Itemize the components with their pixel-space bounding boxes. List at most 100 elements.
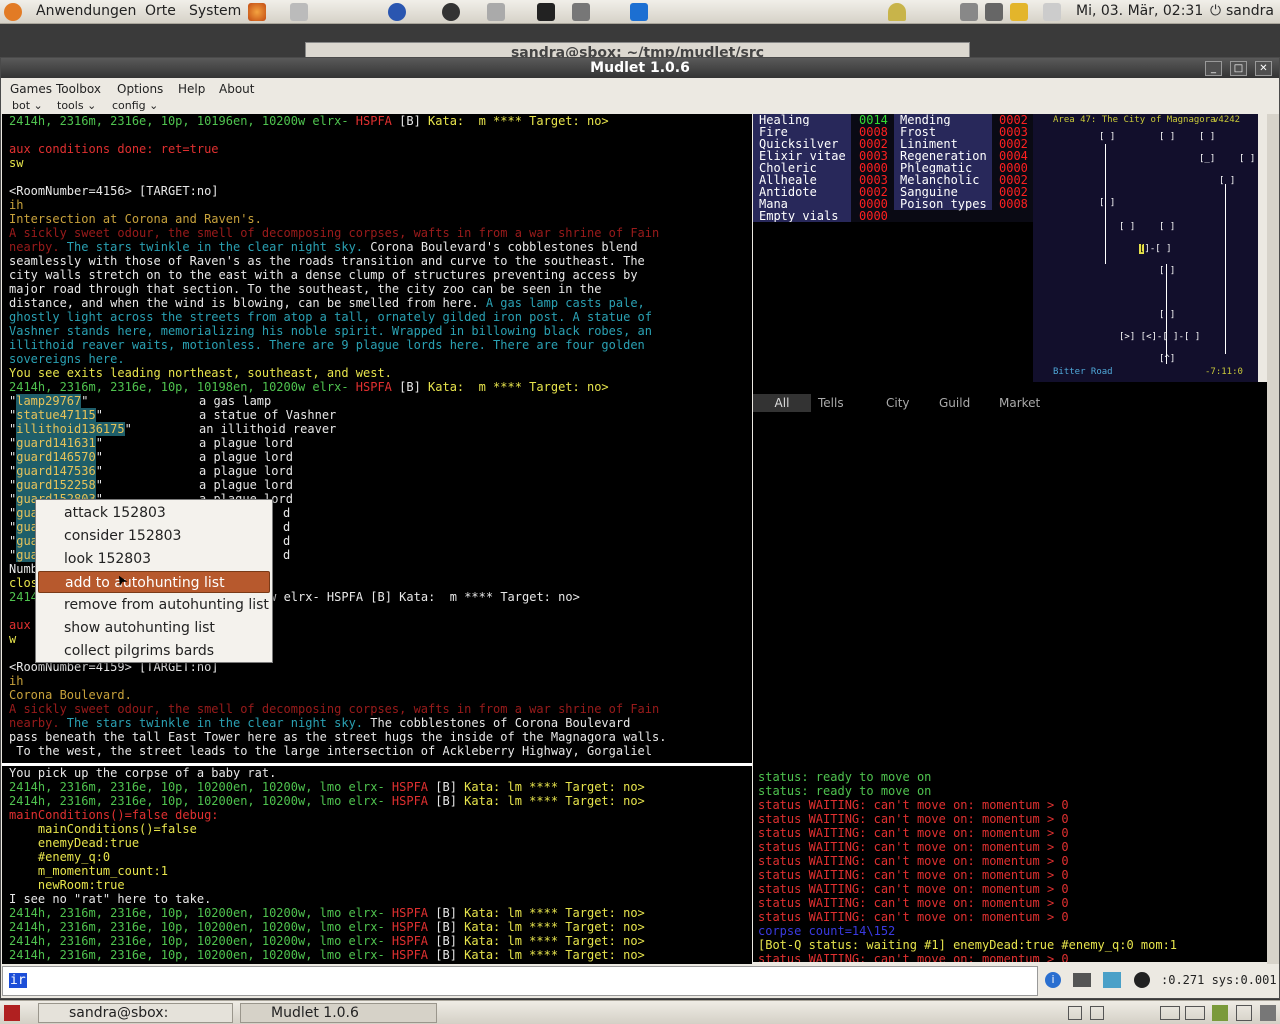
split-console[interactable]: You pick up the corpse of a baby rat. 241… [2,766,752,964]
update-warning-icon[interactable] [1010,3,1028,21]
map-room[interactable]: [ ] [1159,222,1175,232]
item-id[interactable]: guard141631 [16,436,96,450]
workspace-4[interactable] [1185,1006,1205,1020]
keyboard-icon[interactable] [1073,973,1091,987]
map-room[interactable]: [ ] [1159,310,1175,320]
terminal-icon[interactable] [537,3,555,21]
network-icon[interactable] [960,3,978,21]
workspace-1[interactable] [1068,1006,1082,1020]
scrollbar[interactable] [1267,114,1279,964]
mapper-room-name: Bitter Road [1053,367,1113,377]
window-title[interactable]: Mudlet 1.0.6 [1,58,1279,78]
show-desktop-icon[interactable] [4,1005,20,1021]
menu-options[interactable]: Options [117,82,163,96]
firefox-icon[interactable] [248,3,266,21]
tray-window-icon[interactable] [1236,1005,1252,1021]
menu-about[interactable]: About [219,82,254,96]
taskbar-item-mudlet[interactable]: Mudlet 1.0.6 [240,1003,437,1023]
item-line: "guard141631" a plague lord [9,436,752,450]
map-current-room[interactable]: []-[ ] [1139,244,1172,254]
keyring-icon[interactable] [888,3,906,21]
info-icon[interactable]: i [1045,972,1061,988]
main-console[interactable]: 2414h, 2316m, 2316e, 10p, 10196en, 10200… [2,114,752,763]
ubuntu-logo-icon[interactable] [4,3,22,21]
close-button[interactable]: ✕ [1255,61,1272,76]
map-room[interactable]: [ ] [1159,266,1175,276]
map-room[interactable]: [ ] [1239,154,1255,164]
power-icon[interactable]: ⏻ [1210,3,1221,19]
record-icon[interactable] [1134,972,1150,988]
split-line: 2414h, 2316m, 2316e, 10p, 10200en, 10200… [9,948,752,962]
map-room-row[interactable]: [>] [<]-[ ]-[ ] [1119,332,1200,342]
command-input[interactable]: ir [2,966,1038,996]
tab-guild[interactable]: Guild [939,396,970,410]
taskbar-item-label: Mudlet 1.0.6 [271,1005,359,1021]
mapper-panel[interactable]: Area 47: The City of Magnagora v4242 Bit… [1033,114,1258,382]
menu-help[interactable]: Help [178,82,205,96]
chat-icon[interactable] [442,3,460,21]
toolbar-bot-button[interactable]: bot ⌄ [12,99,43,112]
volume-icon[interactable] [985,3,1003,21]
menu-toolbox[interactable]: Toolbox [56,82,101,96]
menu-applications[interactable]: Anwendungen [36,3,136,19]
workspace-3[interactable] [1160,1006,1180,1020]
taskbar-item-label: sandra@sbox: ~/tmp/... [69,1005,169,1024]
context-menu-item[interactable]: add to autohunting list [38,571,270,593]
clock[interactable]: Mi, 03. Mär, 02:31 [1076,3,1203,19]
menu-places[interactable]: Orte [145,3,176,19]
context-menu-item[interactable]: show autohunting list [38,617,270,639]
chevron-down-icon: ⌄ [33,99,43,112]
prompt-kata: Kata: lm **** Target: no> [464,948,645,962]
item-id[interactable]: illithoid136175 [16,422,125,436]
tray-icon[interactable] [1212,1005,1228,1021]
split-line-text: newRoom:true [9,878,125,892]
context-menu-item[interactable]: collect pilgrims bards [38,640,270,662]
context-menu-item[interactable]: consider 152803 [38,525,270,547]
map-room[interactable]: [ ] [1219,176,1235,186]
trash-icon[interactable] [1260,1005,1276,1021]
bot-status-console[interactable]: status: ready to move on status: ready to… [753,770,1267,962]
item-id[interactable]: guard147536 [16,464,96,478]
map-room[interactable]: [ ] [1199,132,1215,142]
mail-icon[interactable] [290,3,308,21]
workspace-2[interactable] [1090,1006,1104,1020]
item-id[interactable]: guard152258 [16,478,96,492]
map-room[interactable]: [ ] [1159,132,1175,142]
user-name[interactable]: sandra [1226,3,1274,19]
envelope-icon[interactable] [1043,3,1061,21]
map-room[interactable]: [_] [1199,154,1215,164]
context-menu-item[interactable]: attack 152803 [38,502,270,524]
tab-tells[interactable]: Tells [818,396,844,410]
taskbar-item-terminal[interactable]: sandra@sbox: ~/tmp/... [38,1003,233,1024]
item-id[interactable]: statue47115 [16,408,96,422]
console-line-text: The stars twinkle in the clear night sky… [59,240,364,254]
toolbar-tools-button[interactable]: tools ⌄ [57,99,96,112]
kde-icon[interactable] [630,3,648,21]
tab-market[interactable]: Market [999,396,1040,410]
tab-all[interactable]: All [753,394,811,412]
map-room[interactable]: [ ] [1099,198,1115,208]
toolbar-config-button[interactable]: config ⌄ [112,99,158,112]
context-menu-item[interactable]: remove from autohunting list [38,594,270,616]
prompt-kata: Kata: lm **** Target: no> [464,906,645,920]
menu-system[interactable]: System [189,3,241,19]
tab-city[interactable]: City [886,396,910,410]
maximize-button[interactable]: □ [1230,61,1247,76]
item-desc: a plague lord [199,450,293,464]
map-room[interactable]: [ ] [1099,132,1115,142]
prompt-tail: [B] [391,114,429,128]
prompt-tail: [B] [428,920,465,934]
calculator-icon[interactable] [572,3,590,21]
map-room[interactable]: [ ] [1119,222,1135,232]
quote: " [95,450,103,464]
map-room[interactable]: [^] [1159,354,1175,364]
context-menu-item[interactable]: look 152803 [38,548,270,570]
item-id[interactable]: lamp29767 [16,394,82,408]
menu-games[interactable]: Games [10,82,52,96]
thunderbird-icon[interactable] [388,3,406,21]
network-status-icon[interactable] [1103,972,1121,988]
kate-icon[interactable] [487,3,505,21]
chat-tab-content[interactable] [753,412,1267,770]
item-id[interactable]: guard146570 [16,450,96,464]
minimize-button[interactable]: _ [1205,61,1222,76]
